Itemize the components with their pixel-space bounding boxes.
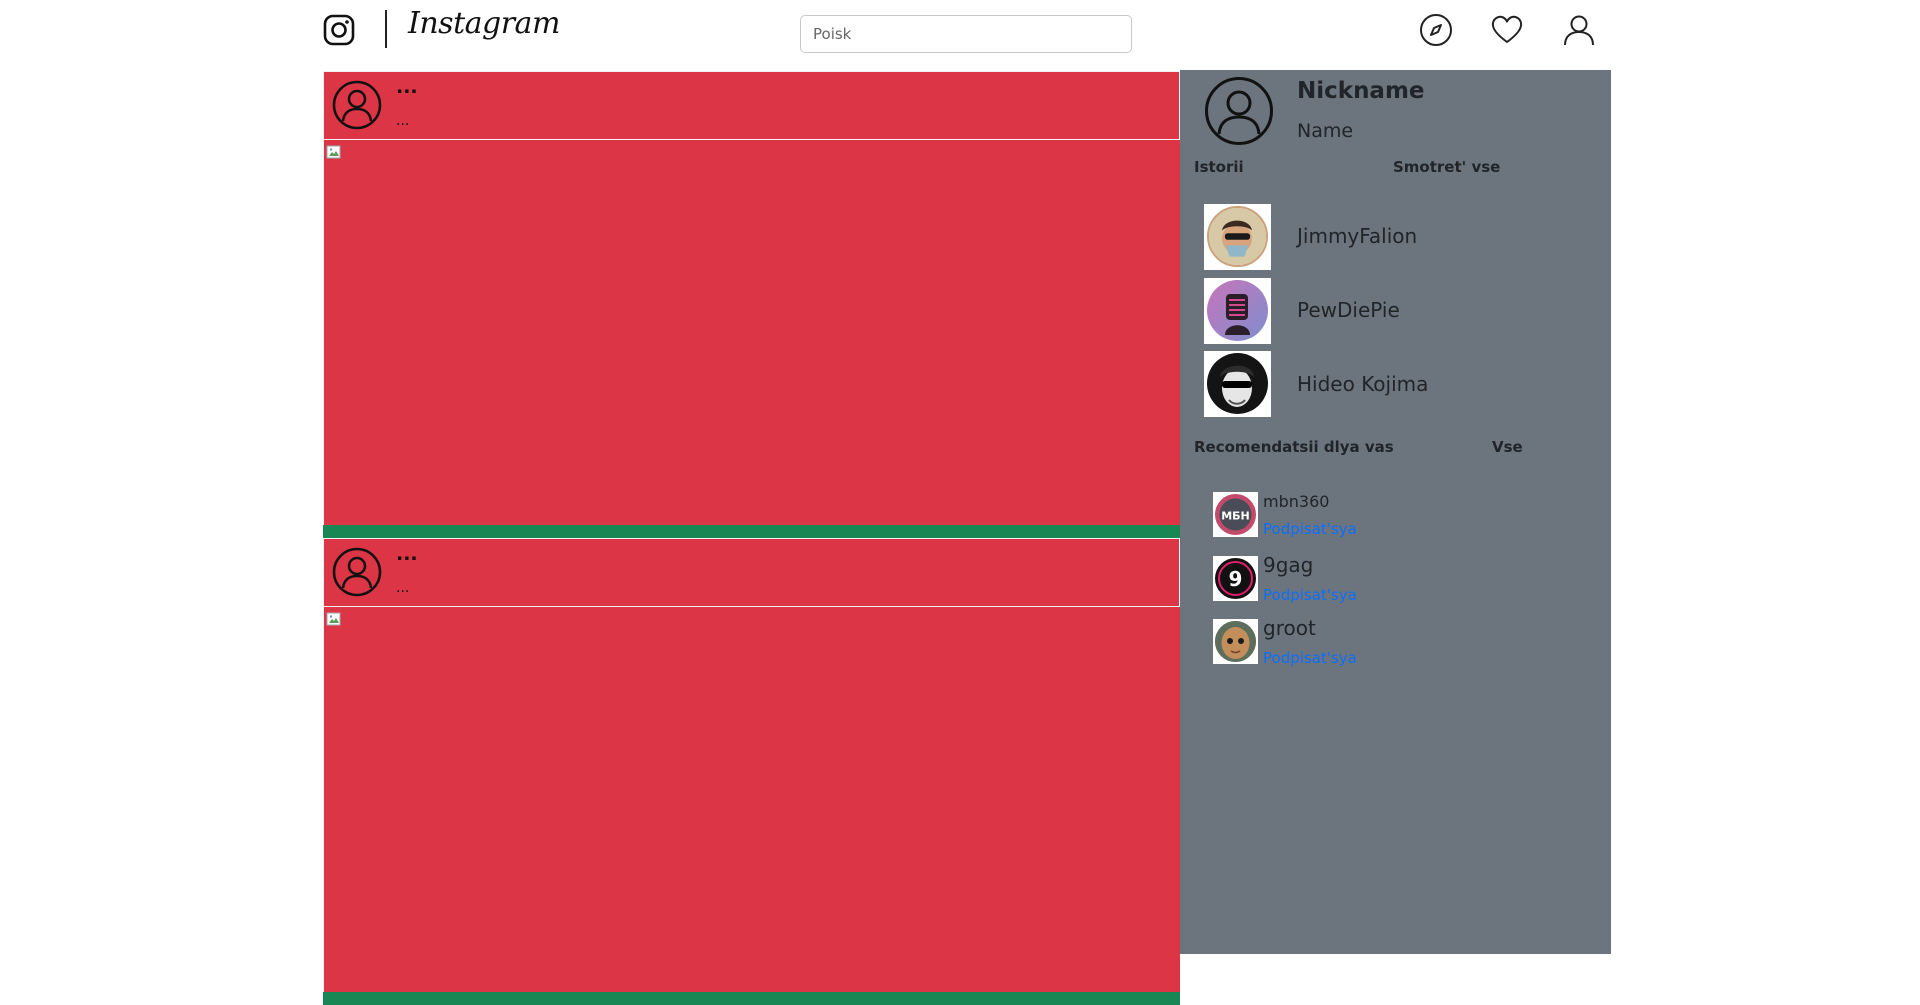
instagram-glyph-icon[interactable] bbox=[323, 14, 355, 46]
story-avatar[interactable] bbox=[1204, 204, 1271, 270]
broken-image-icon bbox=[326, 144, 342, 160]
story-username[interactable]: PewDiePie bbox=[1297, 298, 1400, 322]
post-username[interactable]: ... bbox=[396, 76, 418, 98]
ninegag-logo-text: 9 bbox=[1229, 567, 1243, 591]
post-image[interactable] bbox=[323, 140, 1180, 525]
search-input[interactable] bbox=[800, 15, 1132, 53]
mbn-logo-text: МБН bbox=[1221, 510, 1250, 523]
profile-name: Name bbox=[1297, 120, 1354, 142]
recommendations-title: Recomendatsii dlya vas bbox=[1194, 438, 1394, 456]
post-actions-bar bbox=[323, 525, 1180, 538]
recommendation-avatar[interactable]: МБН bbox=[1213, 492, 1258, 537]
post-header: ... ... bbox=[323, 71, 1180, 140]
post-avatar-icon[interactable] bbox=[332, 80, 382, 130]
post-avatar-icon[interactable] bbox=[332, 547, 382, 597]
story-username[interactable]: JimmyFalion bbox=[1297, 224, 1417, 248]
recommendations-all-link[interactable]: Vse bbox=[1492, 438, 1523, 456]
follow-link[interactable]: Podpisat'sya bbox=[1263, 520, 1357, 538]
stories-see-all-link[interactable]: Smotret' vse bbox=[1393, 158, 1500, 176]
recommendation-username[interactable]: 9gag bbox=[1263, 553, 1313, 577]
post-location: ... bbox=[396, 113, 410, 129]
recommendation-avatar[interactable] bbox=[1213, 619, 1258, 664]
story-avatar-image bbox=[1207, 353, 1268, 414]
recommendation-avatar-image bbox=[1215, 621, 1256, 662]
heart-icon[interactable] bbox=[1490, 13, 1524, 47]
story-avatar[interactable] bbox=[1204, 351, 1271, 417]
user-icon[interactable] bbox=[1562, 13, 1596, 47]
top-navbar: Instagram bbox=[0, 0, 1920, 70]
logo-divider bbox=[385, 10, 387, 48]
follow-link[interactable]: Podpisat'sya bbox=[1263, 649, 1357, 667]
recommendation-username[interactable]: groot bbox=[1263, 616, 1316, 640]
instagram-wordmark[interactable]: Instagram bbox=[408, 6, 560, 41]
post-actions-bar bbox=[323, 992, 1180, 1005]
post-header: ... ... bbox=[323, 538, 1180, 607]
post-location: ... bbox=[396, 580, 410, 596]
compass-icon[interactable] bbox=[1419, 13, 1453, 47]
stories-title: Istorii bbox=[1194, 158, 1244, 176]
story-avatar[interactable] bbox=[1204, 278, 1271, 344]
recommendation-username[interactable]: mbn360 bbox=[1263, 492, 1329, 511]
post-username[interactable]: ... bbox=[396, 543, 418, 565]
follow-link[interactable]: Podpisat'sya bbox=[1263, 586, 1357, 604]
story-avatar-image bbox=[1207, 206, 1268, 267]
profile-nickname[interactable]: Nickname bbox=[1297, 78, 1425, 104]
broken-image-icon bbox=[326, 611, 342, 627]
post-image[interactable] bbox=[323, 607, 1180, 992]
story-username[interactable]: Hideo Kojima bbox=[1297, 372, 1428, 396]
recommendation-avatar[interactable]: 9 bbox=[1213, 556, 1258, 601]
recommendation-avatar-image: 9 bbox=[1215, 558, 1256, 599]
right-sidebar: Nickname Name Istorii Smotret' vse Jimmy… bbox=[1180, 70, 1611, 954]
recommendation-avatar-image: МБН bbox=[1215, 494, 1256, 535]
story-avatar-image bbox=[1207, 280, 1268, 341]
profile-avatar-icon[interactable] bbox=[1204, 76, 1274, 146]
